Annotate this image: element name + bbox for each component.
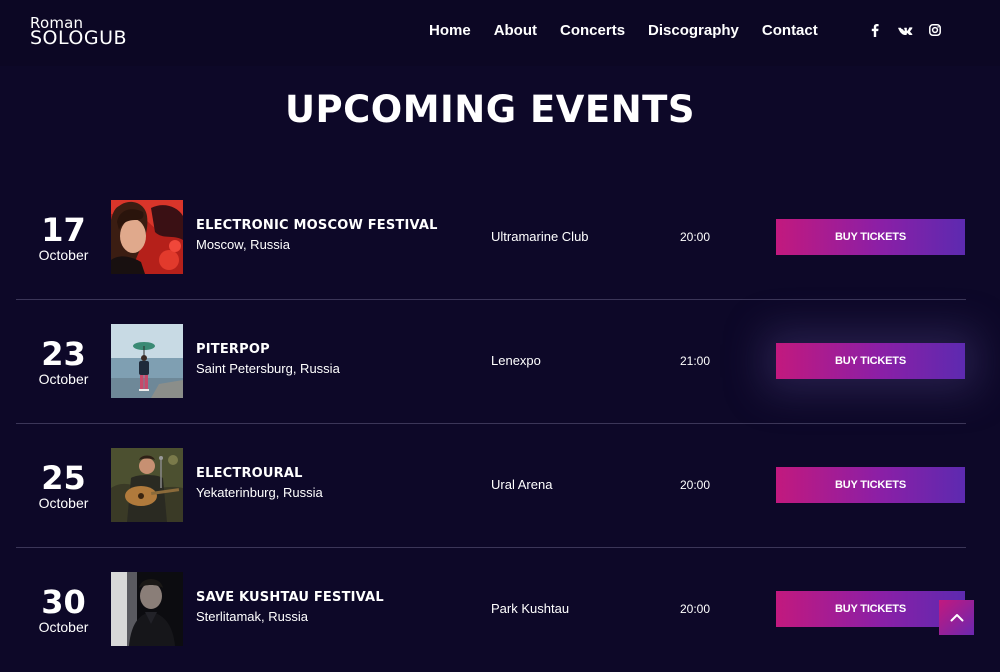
event-date: 23 October [26,338,101,388]
buy-tickets-button[interactable]: BUY TICKETS [776,467,965,503]
event-name[interactable]: ELECTRONIC MOSCOW FESTIVAL [196,218,438,233]
event-month: October [38,247,89,263]
event-row: 23 October PITERPOP Saint Petersburg, Ru… [16,300,966,424]
event-row: 17 October ELECTRONIC MOSCOW FESTIVAL Mo… [16,176,966,300]
event-city: Sterlitamak, Russia [196,609,308,624]
event-time: 20:00 [680,602,711,616]
event-city: Moscow, Russia [196,237,290,252]
event-time: 20:00 [680,230,711,244]
event-venue: Park Kushtau [491,601,570,616]
buy-tickets-button[interactable]: BUY TICKETS [776,591,965,627]
event-date: 25 October [26,462,101,512]
event-thumbnail[interactable] [111,448,183,522]
page-title: UPCOMING EVENTS [284,88,696,131]
event-thumbnail[interactable] [111,324,183,398]
event-day: 17 [41,211,86,249]
event-row: 25 October ELECTROURAL Yekaterinburg, Ru… [16,424,966,548]
event-info: ELECTROURAL Yekaterinburg, Russia [196,466,323,500]
main-nav: Home About Concerts Discography Contact [429,22,841,39]
nav-concerts[interactable]: Concerts [560,22,625,39]
event-venue: Lenexpo [491,353,541,368]
buy-tickets-button[interactable]: BUY TICKETS [776,343,965,379]
nav-about[interactable]: About [494,22,537,39]
event-date: 30 October [26,586,101,636]
events-list: 17 October ELECTRONIC MOSCOW FESTIVAL Mo… [16,176,966,672]
event-name[interactable]: PITERPOP [196,342,340,357]
event-thumbnail[interactable] [111,200,183,274]
logo[interactable]: Roman SOLOGUB [30,16,127,48]
facebook-icon[interactable] [867,22,883,38]
logo-last-name: SOLOGUB [30,27,128,49]
buy-tickets-button[interactable]: BUY TICKETS [776,219,965,255]
event-city: Yekaterinburg, Russia [196,485,323,500]
nav-home[interactable]: Home [429,22,471,39]
event-venue: Ultramarine Club [491,229,589,244]
event-month: October [38,371,89,387]
event-date: 17 October [26,214,101,264]
event-thumbnail[interactable] [111,572,183,646]
nav-contact[interactable]: Contact [762,22,818,39]
event-name[interactable]: ELECTROURAL [196,466,323,481]
nav-discography[interactable]: Discography [648,22,739,39]
event-info: PITERPOP Saint Petersburg, Russia [196,342,340,376]
social-links [867,22,957,38]
vk-icon[interactable] [897,22,913,38]
event-info: ELECTRONIC MOSCOW FESTIVAL Moscow, Russi… [196,218,438,252]
event-day: 30 [41,583,86,621]
event-venue: Ural Arena [491,477,553,492]
chevron-up-icon [950,614,963,622]
event-day: 25 [41,459,86,497]
event-city: Saint Petersburg, Russia [196,361,340,376]
instagram-icon[interactable] [927,22,943,38]
scroll-to-top-button[interactable] [939,600,974,635]
event-day: 23 [41,335,86,373]
event-row: 30 October SAVE KUSHTAU FESTIVAL Sterlit… [16,548,966,672]
event-time: 20:00 [680,478,711,492]
event-info: SAVE KUSHTAU FESTIVAL Sterlitamak, Russi… [196,590,384,624]
event-time: 21:00 [680,354,711,368]
event-month: October [38,619,89,635]
site-header: Roman SOLOGUB Home About Concerts Discog… [0,0,1000,66]
event-month: October [38,495,89,511]
event-name[interactable]: SAVE KUSHTAU FESTIVAL [196,590,384,605]
